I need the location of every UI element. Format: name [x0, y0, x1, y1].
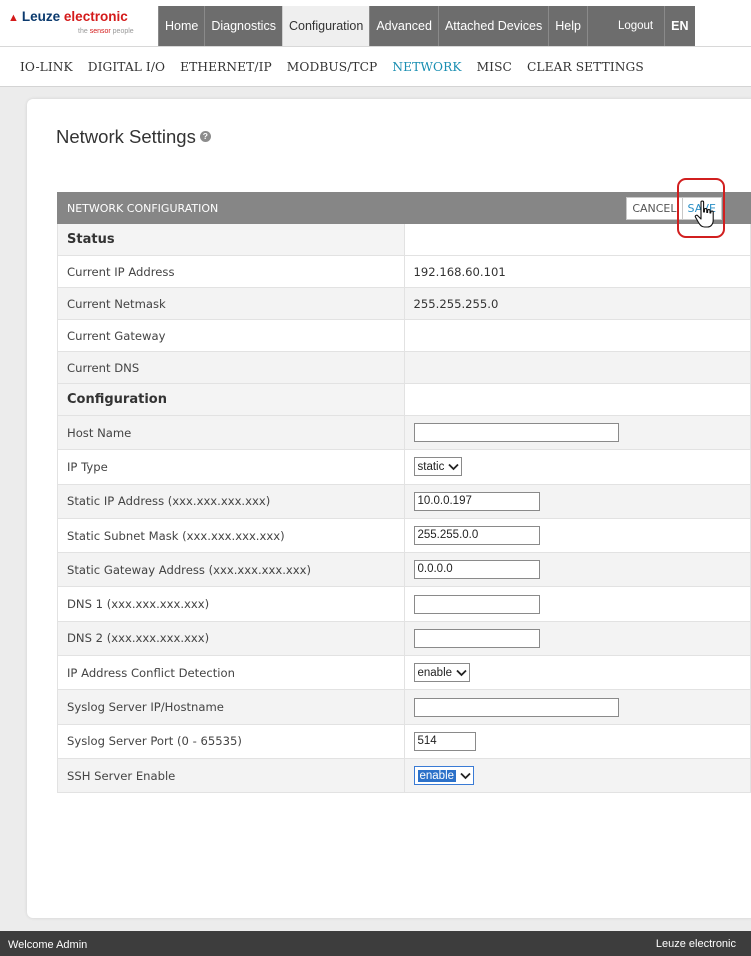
- subnav-clear-settings[interactable]: CLEAR SETTINGS: [527, 60, 644, 74]
- brand-name-second: electronic: [63, 9, 128, 24]
- subnav-io-link[interactable]: IO-LINK: [20, 60, 73, 74]
- nav-tab-attached-devices[interactable]: Attached Devices: [437, 6, 549, 46]
- host-name-input[interactable]: [413, 423, 619, 443]
- chevron-down-icon: [448, 463, 459, 471]
- host-name-label: Host Name: [57, 414, 405, 451]
- language-selector[interactable]: EN: [664, 6, 695, 46]
- main-nav: Home Diagnostics Configuration Advanced …: [158, 6, 695, 46]
- tagline-highlight: sensor: [89, 28, 111, 35]
- config-row-ip-type: IP Type static: [57, 449, 751, 485]
- ssh-server-enable-label: SSH Server Enable: [57, 757, 405, 794]
- page-title-text: Network Settings: [56, 126, 196, 147]
- status-heading: Status: [57, 223, 405, 256]
- syslog-server-ip-hostname-label: Syslog Server IP/Hostname: [57, 689, 405, 725]
- config-row-dns-1: DNS 1 (xxx.xxx.xxx.xxx): [57, 586, 751, 622]
- dns-1-input[interactable]: [413, 594, 540, 614]
- footer-company: Leuze electronic: [655, 938, 736, 950]
- static-subnet-mask-input[interactable]: 255.255.0.0: [413, 526, 540, 546]
- brand-logo[interactable]: ▲ Leuze electronic the sensor people: [8, 7, 156, 41]
- static-subnet-mask-label: Static Subnet Mask (xxx.xxx.xxx.xxx): [57, 517, 405, 554]
- syslog-server-ip-hostname-input[interactable]: [413, 697, 619, 717]
- brand-name-first: Leuze: [21, 9, 61, 24]
- status-row-current-dns: Current DNS: [57, 351, 751, 384]
- config-row-static-ip-address: Static IP Address (xxx.xxx.xxx.xxx) 10.0.…: [57, 483, 751, 519]
- subnav-misc[interactable]: MISC: [477, 60, 512, 74]
- config-row-syslog-server-port: Syslog Server Port (0 - 65535) 514: [57, 723, 751, 759]
- welcome-text: Welcome Admin: [8, 939, 88, 951]
- status-row-current-gateway: Current Gateway: [57, 319, 751, 352]
- subnav-ethernet-ip[interactable]: ETHERNET/IP: [180, 60, 272, 74]
- status-value: [403, 319, 751, 352]
- config-row-static-gateway-address: Static Gateway Address (xxx.xxx.xxx.xxx)…: [57, 552, 751, 588]
- status-label: Current Netmask: [57, 287, 405, 320]
- dns-2-input[interactable]: [413, 628, 540, 648]
- config-row-syslog-server-ip-hostname: Syslog Server IP/Hostname: [57, 689, 751, 725]
- network-config-table: NETWORK CONFIGURATION CANCEL SAVE Status…: [57, 192, 751, 794]
- status-value: 255.255.255.0: [403, 287, 751, 320]
- brand-tagline: the sensor people: [78, 28, 134, 35]
- config-row-dns-2: DNS 2 (xxx.xxx.xxx.xxx): [57, 620, 751, 657]
- static-ip-address-input[interactable]: 10.0.0.197: [413, 491, 540, 511]
- status-value: [403, 351, 751, 384]
- nav-tab-help[interactable]: Help: [548, 6, 587, 46]
- dns-2-label: DNS 2 (xxx.xxx.xxx.xxx): [57, 620, 405, 657]
- status-row-current-netmask: Current Netmask 255.255.255.0: [57, 287, 751, 320]
- config-row-host-name: Host Name: [57, 414, 751, 451]
- static-ip-address-label: Static IP Address (xxx.xxx.xxx.xxx): [57, 483, 405, 519]
- ssh-server-enable-select[interactable]: enable: [413, 766, 475, 786]
- ip-type-select[interactable]: static: [413, 457, 463, 477]
- static-gateway-address-label: Static Gateway Address (xxx.xxx.xxx.xxx): [57, 552, 405, 588]
- nav-tab-advanced[interactable]: Advanced: [369, 6, 438, 46]
- page-title: Network Settings?: [56, 126, 211, 148]
- ip-type-label: IP Type: [57, 449, 405, 485]
- logout-button[interactable]: Logout: [586, 6, 665, 46]
- config-row-static-subnet-mask: Static Subnet Mask (xxx.xxx.xxx.xxx) 255.…: [57, 517, 751, 554]
- ip-address-conflict-detection-label: IP Address Conflict Detection: [57, 655, 405, 691]
- help-icon[interactable]: ?: [199, 130, 211, 142]
- syslog-server-port-label: Syslog Server Port (0 - 65535): [57, 723, 405, 759]
- cancel-button[interactable]: CANCEL: [626, 197, 683, 220]
- subnav-digital-io[interactable]: DIGITAL I/O: [88, 60, 165, 74]
- ssh-server-enable-selected-value: enable: [417, 769, 457, 782]
- panel-header: NETWORK CONFIGURATION CANCEL SAVE: [57, 192, 751, 224]
- brand-name: ▲ Leuze electronic: [8, 9, 128, 24]
- nav-tab-home[interactable]: Home: [158, 6, 205, 46]
- configuration-heading: Configuration: [57, 383, 405, 416]
- status-label: Current DNS: [57, 351, 405, 384]
- syslog-server-port-input[interactable]: 514: [413, 731, 476, 751]
- ip-address-conflict-detection-select[interactable]: enable: [413, 663, 471, 683]
- status-section-header: Status: [57, 223, 751, 256]
- chevron-down-icon: [456, 669, 467, 676]
- config-row-ip-address-conflict-detection: IP Address Conflict Detection enable: [57, 655, 751, 691]
- warning-triangle-icon: ▲: [8, 12, 19, 24]
- hand-cursor-icon: [694, 200, 714, 228]
- subnav-modbus-tcp[interactable]: MODBUS/TCP: [287, 60, 378, 74]
- ip-type-selected-value: static: [417, 460, 445, 473]
- ip-address-conflict-detection-selected-value: enable: [417, 666, 453, 679]
- sub-nav: IO-LINK DIGITAL I/O ETHERNET/IP MODBUS/T…: [0, 47, 751, 87]
- config-row-ssh-server-enable: SSH Server Enable enable: [57, 757, 751, 794]
- status-value: 192.168.60.101: [403, 255, 751, 288]
- top-bar: ▲ Leuze electronic the sensor people Home…: [0, 0, 751, 47]
- tagline-prefix: the: [78, 28, 88, 35]
- chevron-down-icon: [460, 772, 471, 779]
- configuration-section-header: Configuration: [57, 383, 751, 416]
- status-label: Current Gateway: [57, 319, 405, 352]
- nav-tab-diagnostics[interactable]: Diagnostics: [204, 6, 282, 46]
- tagline-suffix: people: [112, 28, 134, 35]
- status-row-current-ip-address: Current IP Address 192.168.60.101: [57, 255, 751, 288]
- panel-title: NETWORK CONFIGURATION: [67, 201, 219, 215]
- subnav-network[interactable]: NETWORK: [392, 60, 461, 74]
- status-label: Current IP Address: [57, 255, 405, 288]
- static-gateway-address-input[interactable]: 0.0.0.0: [413, 560, 540, 580]
- dns-1-label: DNS 1 (xxx.xxx.xxx.xxx): [57, 586, 405, 622]
- footer-bar: Welcome Admin Leuze electronic: [0, 931, 751, 956]
- nav-tab-configuration[interactable]: Configuration: [281, 6, 370, 46]
